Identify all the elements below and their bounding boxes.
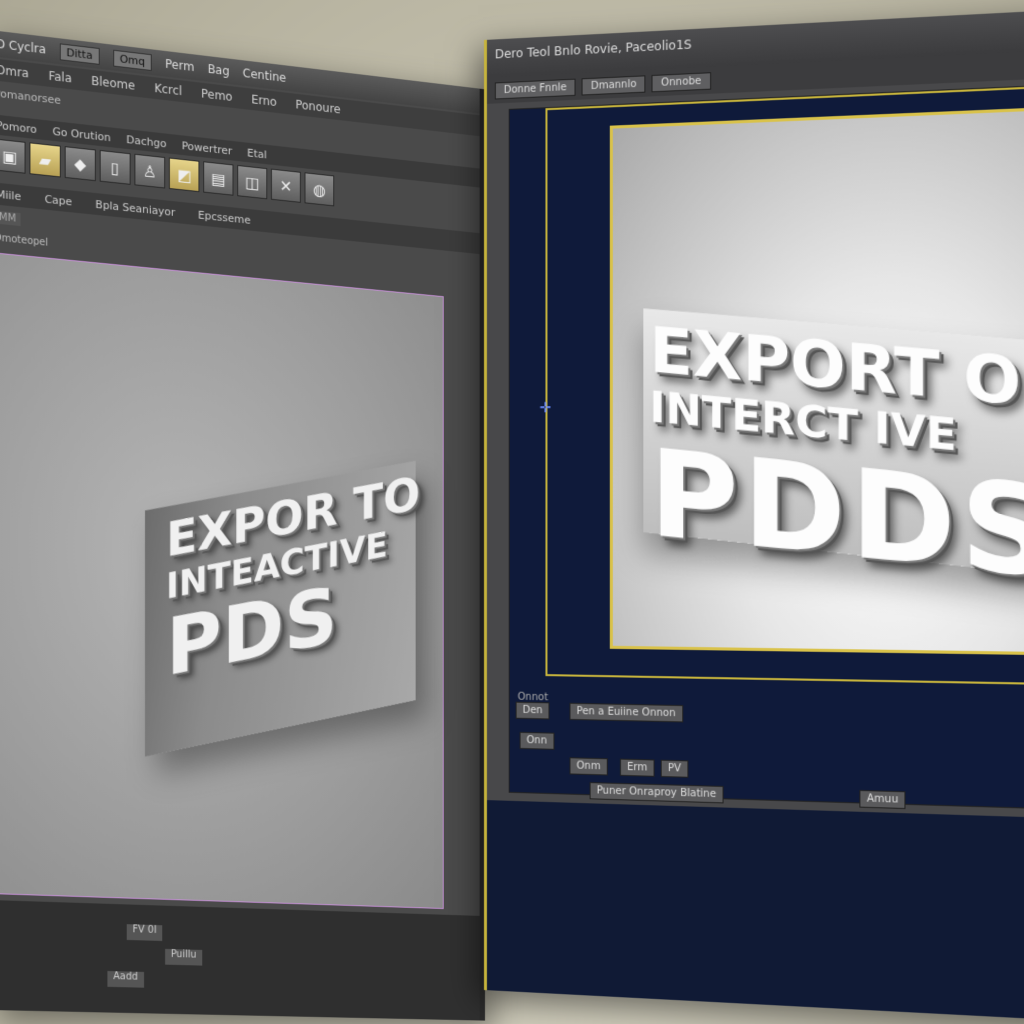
figure-tool-icon[interactable]: ♙ — [134, 153, 166, 189]
headline-line-3: PDDS — [649, 422, 1024, 608]
preview-stage: EXPORT O INTERCT IVE PDDS ✛ Onnot Den Pe… — [508, 83, 1024, 811]
tab-cape[interactable]: Cape — [45, 192, 73, 208]
tab-epcsseme[interactable]: Epcsseme — [198, 208, 251, 226]
menu-bleome[interactable]: Bleome — [91, 74, 135, 93]
menu-pemo[interactable]: Pemo — [201, 87, 232, 104]
render-preview[interactable]: EXPORT O INTERCT IVE PDDS — [609, 105, 1024, 656]
breadcrumb-item[interactable]: Etal — [247, 146, 267, 161]
left-app-window: D Cyclra Ditta Omq Perm Bag Centine Omra… — [0, 30, 485, 1021]
tab-bpla[interactable]: Bpla Seaniayor — [95, 197, 175, 218]
breadcrumb-item[interactable]: Powertrer — [182, 139, 232, 157]
timeline-row[interactable]: Puillu — [165, 948, 203, 966]
crosshair-icon[interactable]: ✛ — [539, 400, 551, 416]
menu-kcrcl[interactable]: Kcrcl — [154, 81, 182, 98]
sphere-tool-icon[interactable]: ◍ — [304, 172, 335, 207]
control-onm[interactable]: Onm — [569, 757, 608, 776]
breadcrumb-item[interactable]: Pomoro — [0, 118, 37, 135]
breadcrumb-item[interactable]: Go Orution — [52, 124, 110, 143]
left-app-title: D Cyclra — [0, 36, 46, 57]
right-lower-panel — [486, 800, 1024, 1021]
book-tool-icon[interactable]: ▤ — [203, 161, 234, 196]
title-button-omq[interactable]: Omq — [112, 49, 152, 71]
menu-omra[interactable]: Omra — [0, 63, 29, 81]
shape-tool-icon[interactable]: ◆ — [64, 146, 96, 182]
left-timeline-panel: FV 0I Puillu Aadd — [0, 900, 480, 1021]
menu-erno[interactable]: Erno — [251, 92, 277, 109]
left-viewport-canvas[interactable]: EXPOR TO INTEACTIVE PDS — [0, 252, 444, 909]
control-onn[interactable]: Onn — [519, 731, 555, 750]
control-status[interactable]: Puner Onraproy Blatine — [589, 782, 724, 804]
toolbar-field-2[interactable]: Dmannlo — [581, 74, 646, 96]
folder-tool-icon[interactable]: ▰ — [29, 142, 61, 178]
paper-tool-icon[interactable]: ◫ — [237, 164, 268, 200]
playback-controls: Den Pen a Euiine Onnon Onn Onm Erm PV Pu… — [510, 701, 1024, 810]
mesh-tool-icon[interactable]: ✕ — [271, 168, 301, 203]
toolbar-field-1[interactable]: Donne Fnnle — [494, 78, 576, 100]
cube-tool-icon[interactable]: ▣ — [0, 138, 26, 174]
title-button-centine[interactable]: Centine — [243, 66, 286, 85]
3d-headline: EXPORT O INTERCT IVE PDDS — [649, 312, 1024, 608]
toolbar-field-3[interactable]: Onnobe — [651, 71, 711, 92]
timeline-row[interactable]: FV 0I — [126, 924, 163, 941]
desk-scene: D Cyclra Ditta Omq Perm Bag Centine Omra… — [0, 0, 1024, 1024]
menu-ponoure[interactable]: Ponoure — [295, 98, 340, 117]
control-pv[interactable]: PV — [660, 759, 689, 778]
right-app-window: Dero Teol Bnlo Rovie, Paceolio1S Donne F… — [484, 9, 1024, 1021]
panel-label: Pomanorsee — [0, 86, 61, 107]
phone-tool-icon[interactable]: ▯ — [99, 149, 131, 185]
breadcrumb-item[interactable]: Dachgo — [126, 133, 166, 150]
menu-fala[interactable]: Fala — [48, 69, 71, 86]
timeline-row[interactable]: Aadd — [107, 971, 144, 988]
control-amuu[interactable]: Amuu — [859, 789, 906, 810]
tab-miile[interactable]: Miile — [0, 187, 21, 203]
title-button-perm[interactable]: Perm — [165, 57, 194, 74]
control-erm[interactable]: Erm — [619, 758, 655, 777]
title-button-bag[interactable]: Bag — [208, 62, 230, 78]
document-label: Dmoteopel — [0, 232, 49, 249]
title-button-ditta[interactable]: Ditta — [59, 42, 100, 65]
control-den[interactable]: Den — [515, 701, 550, 720]
control-field[interactable]: Pen a Euiine Onnon — [569, 702, 683, 723]
note-tool-icon[interactable]: ◩ — [168, 157, 200, 193]
mode-badge[interactable]: MM — [0, 210, 21, 227]
